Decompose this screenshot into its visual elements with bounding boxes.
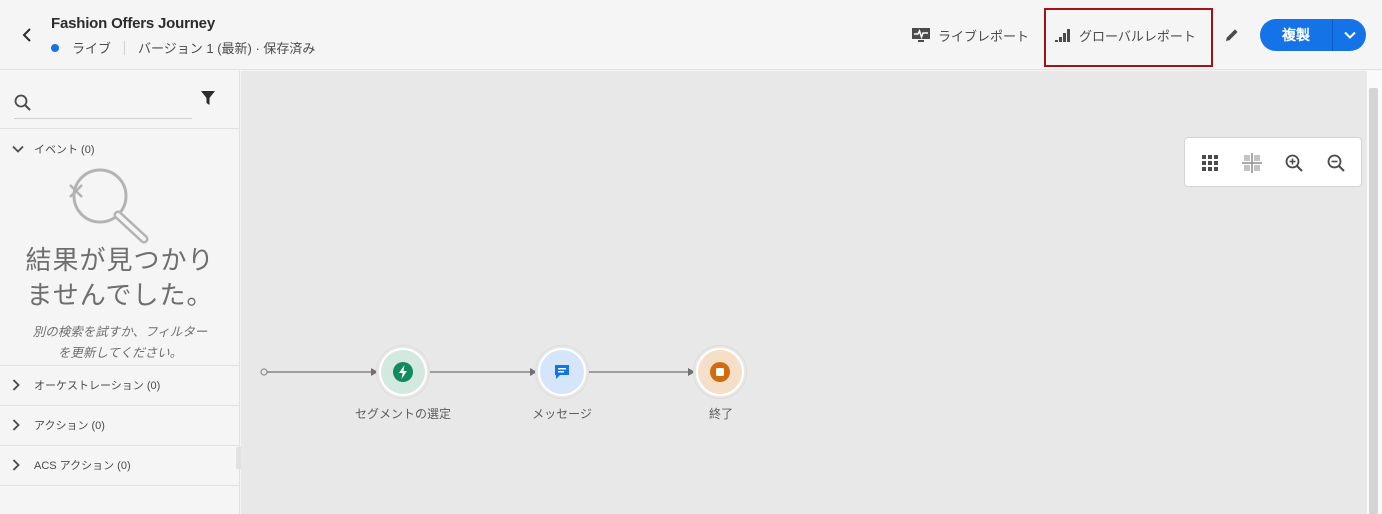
search-icon: [14, 94, 31, 111]
journey-subline: ライブ バージョン 1 (最新) · 保存済み: [51, 38, 315, 57]
journey-title: Fashion Offers Journey: [51, 15, 215, 32]
version-label: バージョン 1 (最新) · 保存済み: [138, 41, 316, 56]
zoom-out-button[interactable]: [1324, 151, 1348, 175]
section-orchestration[interactable]: オーケストレーション (0): [0, 365, 240, 405]
fit-icon: [1242, 153, 1262, 173]
monitor-pulse-icon: [912, 28, 930, 42]
section-actions[interactable]: アクション (0): [0, 405, 240, 445]
divider: [0, 128, 240, 129]
message-icon: [555, 365, 569, 379]
live-status-dot: [51, 43, 59, 52]
node-segment-qualification[interactable]: [377, 346, 429, 398]
no-results-icon: [69, 168, 149, 244]
back-button[interactable]: [16, 24, 38, 46]
stop-icon: [710, 362, 730, 382]
section-events-label: イベント (0): [34, 144, 95, 156]
node-inner: [698, 350, 742, 394]
global-report-label: グローバルレポート: [1079, 28, 1196, 44]
pencil-icon: [1226, 29, 1238, 41]
section-acs-actions[interactable]: ACS アクション (0): [0, 445, 240, 485]
scrollbar-thumb[interactable]: [1369, 88, 1378, 514]
section-orchestration-label: オーケストレーション (0): [34, 380, 161, 392]
duplicate-menu-button[interactable]: [1333, 19, 1366, 51]
empty-title-line: ませんでした。: [26, 281, 214, 311]
journey-header: Fashion Offers Journey ライブ バージョン 1 (最新) …: [0, 0, 1382, 70]
node-label: 終了: [708, 407, 733, 421]
filter-button[interactable]: [199, 89, 217, 107]
chevron-right-icon: [12, 379, 26, 391]
node-message[interactable]: [536, 346, 588, 398]
live-report-label: ライブレポート: [938, 28, 1030, 44]
chevron-left-icon: [22, 28, 31, 42]
section-acs-actions-label: ACS アクション (0): [34, 460, 131, 472]
empty-desc-line: を更新してください。: [57, 346, 183, 360]
zoom-out-icon: [1327, 154, 1345, 172]
grid-view-button[interactable]: [1198, 151, 1222, 175]
node-label: セグメントの選定: [354, 407, 451, 421]
chevron-down-icon: [1343, 31, 1356, 39]
status-label: ライブ: [72, 41, 112, 56]
node-inner: [540, 350, 584, 394]
duplicate-split-button: 複製: [1260, 19, 1366, 51]
live-report-button[interactable]: ライブレポート: [911, 24, 1029, 46]
divider: [124, 40, 126, 55]
chevron-down-icon: [12, 145, 26, 153]
activity-palette: イベント (0) 結果が見つかり ませんでした。 別の検索を試すか、フィルター …: [0, 71, 244, 514]
node-label: メッセージ: [532, 407, 592, 421]
lightning-icon: [393, 362, 413, 382]
node-inner: [381, 350, 425, 394]
empty-desc-line: 別の検索を試すか、フィルター: [32, 325, 208, 339]
chevron-right-icon: [12, 419, 26, 431]
section-actions-label: アクション (0): [34, 420, 105, 432]
grid-icon: [1202, 155, 1218, 171]
chevron-right-icon: [12, 459, 26, 471]
search-input[interactable]: [42, 95, 182, 110]
edit-button[interactable]: [1222, 24, 1242, 46]
node-end[interactable]: [694, 346, 746, 398]
bar-chart-icon: [1055, 29, 1070, 42]
divider: [0, 485, 240, 486]
fit-to-screen-button[interactable]: [1240, 151, 1264, 175]
search-field: [14, 87, 192, 119]
empty-state-title: 結果が見つかり ませんでした。: [0, 244, 240, 314]
duplicate-button[interactable]: 複製: [1260, 19, 1333, 51]
empty-state-description: 別の検索を試すか、フィルター を更新してください。: [12, 322, 228, 364]
canvas-toolbar: [1184, 137, 1362, 187]
empty-title-line: 結果が見つかり: [25, 246, 215, 276]
zoom-in-icon: [1285, 154, 1303, 172]
filter-icon: [201, 91, 215, 105]
section-events[interactable]: イベント (0): [0, 141, 240, 157]
zoom-in-button[interactable]: [1282, 151, 1306, 175]
global-report-button[interactable]: グローバルレポート: [1054, 24, 1196, 46]
